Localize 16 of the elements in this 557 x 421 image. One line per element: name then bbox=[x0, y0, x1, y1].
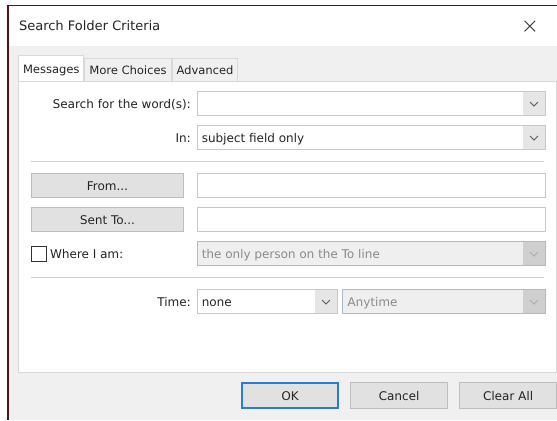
tab[interactable]: Advanced bbox=[172, 58, 238, 81]
tab[interactable]: More Choices bbox=[84, 58, 172, 81]
dialog-button[interactable]: Clear All bbox=[459, 382, 557, 409]
window-title: Search Folder Criteria bbox=[19, 18, 160, 34]
close-button[interactable]: × bbox=[520, 14, 539, 38]
dialog-button[interactable]: Cancel bbox=[350, 382, 448, 409]
checkbox-label: Where I am: bbox=[50, 246, 124, 260]
tab[interactable]: Messages bbox=[18, 55, 84, 81]
from-button[interactable]: From... bbox=[31, 173, 184, 198]
time-dropdown[interactable]: none bbox=[196, 289, 338, 314]
sent-to-button[interactable]: Sent To... bbox=[31, 207, 184, 232]
dialog-button[interactable]: OK bbox=[241, 382, 339, 409]
field-label: Search for the word(s): bbox=[52, 96, 191, 110]
field-label: Time: bbox=[157, 294, 191, 308]
in-dropdown[interactable]: subject field only bbox=[196, 125, 546, 150]
field-label: In: bbox=[176, 130, 191, 144]
